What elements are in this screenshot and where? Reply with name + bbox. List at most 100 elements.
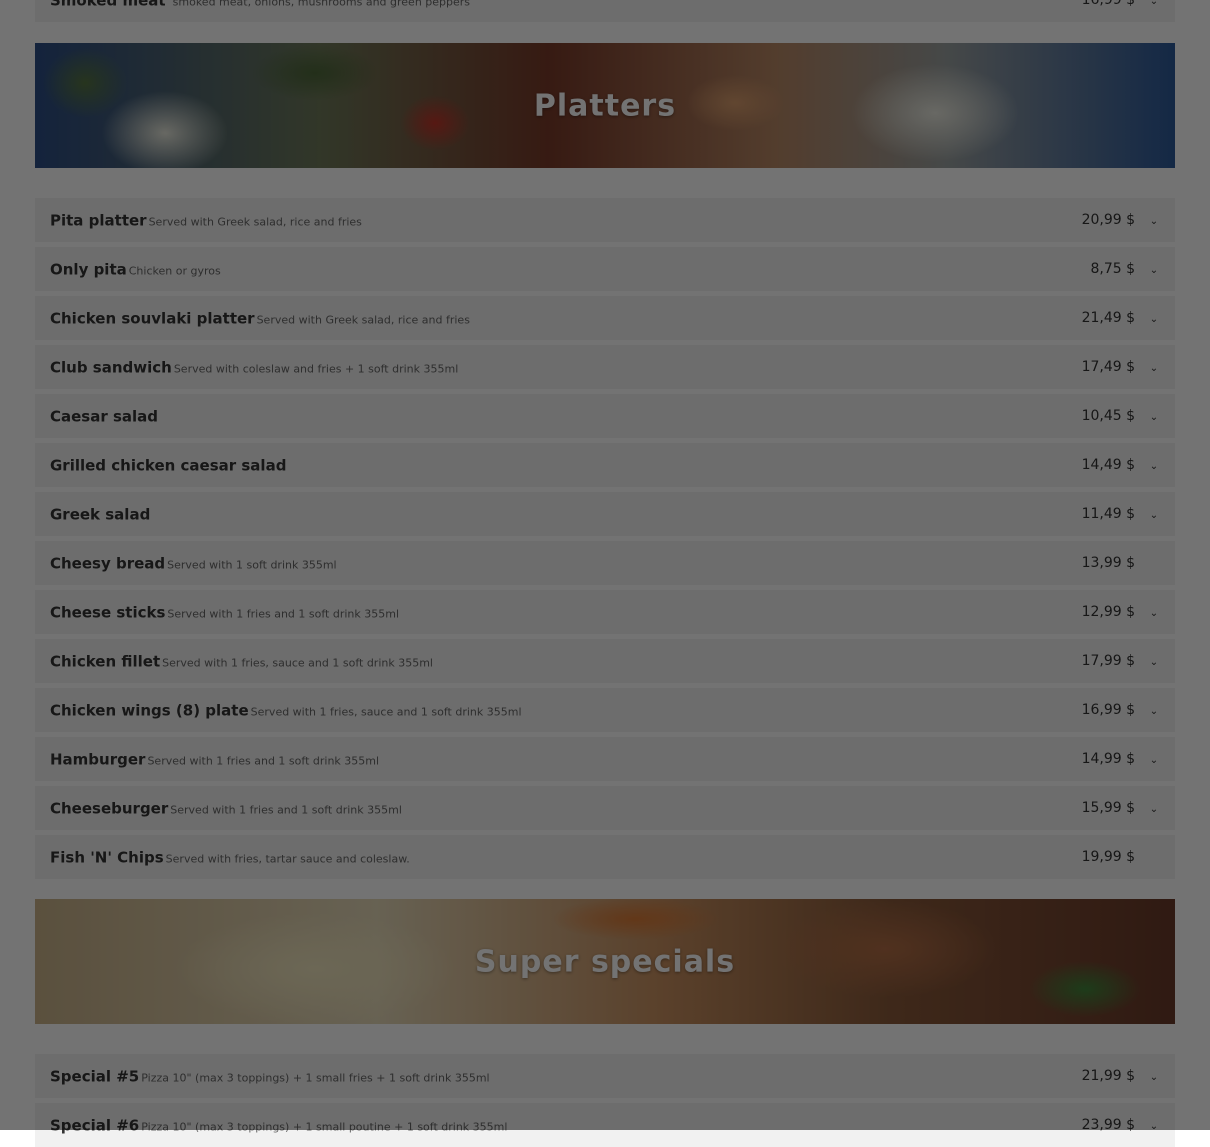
chevron-down-icon[interactable]: ⌄ <box>1149 609 1159 619</box>
menu-item-club-sandwich[interactable]: Club sandwich Served with coleslaw and fr… <box>35 345 1175 389</box>
menu-item-name: Chicken fillet Served with 1 fries, sauce… <box>50 652 433 671</box>
menu-item-description: smoked meat, onions, mushrooms and green… <box>172 0 471 9</box>
menu-item-title: Special #5 <box>50 1067 140 1086</box>
menu-item-title: Cheesy bread <box>50 554 166 573</box>
menu-item-cheeseburger[interactable]: Cheeseburger Served with 1 fries and 1 so… <box>35 786 1175 830</box>
menu-item-title: Special #6 <box>50 1116 140 1135</box>
chevron-down-icon[interactable]: ⌄ <box>1149 0 1159 7</box>
menu-item-price: 13,99 $ <box>1081 555 1135 571</box>
menu-item-title: Chicken fillet <box>50 652 161 671</box>
menu-item-description: Pizza 10" (max 3 toppings) + 1 small pou… <box>141 1120 508 1134</box>
menu-item-name: Chicken souvlaki platter Served with Gree… <box>50 309 470 328</box>
menu-item-chicken-wings-8-plate[interactable]: Chicken wings (8) plate Served with 1 fri… <box>35 688 1175 732</box>
menu-item-special-6[interactable]: Special #6 Pizza 10" (max 3 toppings) + 1… <box>35 1103 1175 1147</box>
menu-item-description: Served with 1 soft drink 355ml <box>167 558 337 572</box>
menu-item-name: Hamburger Served with 1 fries and 1 soft … <box>50 750 379 769</box>
section-banner-platters: Platters <box>35 43 1175 168</box>
menu-item-name: Caesar salad <box>50 407 160 426</box>
menu-item-chicken-fillet[interactable]: Chicken fillet Served with 1 fries, sauce… <box>35 639 1175 683</box>
menu-item-cheesy-bread[interactable]: Cheesy bread Served with 1 soft drink 355… <box>35 541 1175 585</box>
chevron-down-icon[interactable]: ⌄ <box>1149 462 1159 472</box>
chevron-down-icon[interactable]: ⌄ <box>1149 364 1159 374</box>
menu-item-name: Cheese sticks Served with 1 fries and 1 s… <box>50 603 399 622</box>
menu-item-title: Greek salad <box>50 505 151 524</box>
menu-item-hamburger[interactable]: Hamburger Served with 1 fries and 1 soft … <box>35 737 1175 781</box>
menu-item-price: 15,99 $ <box>1081 800 1135 816</box>
section-title: Platters <box>533 88 677 123</box>
menu-item-greek-salad[interactable]: Greek salad 11,49 $ ⌄ <box>35 492 1175 536</box>
menu-item-price: 10,45 $ <box>1081 408 1135 424</box>
menu-item-description: Served with 1 fries and 1 soft drink 355… <box>170 803 402 817</box>
chevron-down-icon[interactable]: ⌄ <box>1149 756 1159 766</box>
menu-item-description: Served with fries, tartar sauce and cole… <box>165 852 410 866</box>
menu-item-price: 17,49 $ <box>1081 359 1135 375</box>
menu-item-fish-n-chips[interactable]: Fish 'N' Chips Served with fries, tartar … <box>35 835 1175 879</box>
menu-item-name: Special #6 Pizza 10" (max 3 toppings) + 1… <box>50 1116 507 1135</box>
menu-item-description: Chicken or gyros <box>128 264 221 278</box>
menu-item-cheese-sticks[interactable]: Cheese sticks Served with 1 fries and 1 s… <box>35 590 1175 634</box>
menu-item-title: Pita platter <box>50 211 147 230</box>
chevron-down-icon[interactable]: ⌄ <box>1149 1073 1159 1083</box>
chevron-down-icon[interactable]: ⌄ <box>1149 413 1159 423</box>
menu-item-title: Smoked meat <box>50 0 166 10</box>
chevron-down-icon[interactable]: ⌄ <box>1149 707 1159 717</box>
menu-item-name: Pita platter Served with Greek salad, ric… <box>50 211 362 230</box>
menu-item-title: Club sandwich <box>50 358 172 377</box>
menu-item-smoked-meat[interactable]: Smoked meat smoked meat, onions, mushroo… <box>35 0 1175 22</box>
menu-item-price: 17,99 $ <box>1081 653 1135 669</box>
menu-item-grilled-chicken-caesar-salad[interactable]: Grilled chicken caesar salad 14,49 $ ⌄ <box>35 443 1175 487</box>
chevron-down-icon[interactable]: ⌄ <box>1149 266 1159 276</box>
menu-item-price: 21,99 $ <box>1081 1068 1135 1084</box>
menu-item-description: Served with 1 fries and 1 soft drink 355… <box>167 607 400 621</box>
menu-item-title: Chicken wings (8) plate <box>50 701 249 720</box>
menu-item-title: Grilled chicken caesar salad <box>50 456 287 475</box>
section-banner-super-specials: Super specials <box>35 899 1175 1024</box>
menu-item-chicken-souvlaki-platter[interactable]: Chicken souvlaki platter Served with Gree… <box>35 296 1175 340</box>
chevron-down-icon[interactable]: ⌄ <box>1149 315 1159 325</box>
menu-item-title: Hamburger <box>50 750 146 769</box>
menu-item-name: Only pita Chicken or gyros <box>50 260 221 279</box>
menu-item-price: 11,49 $ <box>1081 506 1135 522</box>
menu-item-name: Special #5 Pizza 10" (max 3 toppings) + 1… <box>50 1067 490 1086</box>
menu-item-title: Fish 'N' Chips <box>50 848 164 867</box>
chevron-down-icon[interactable]: ⌄ <box>1149 1122 1159 1132</box>
menu-item-price: 16,99 $ <box>1081 0 1135 8</box>
menu-item-description: Served with 1 fries and 1 soft drink 355… <box>147 754 380 768</box>
chevron-down-icon[interactable]: ⌄ <box>1149 805 1159 815</box>
menu-item-title: Chicken souvlaki platter <box>50 309 255 328</box>
menu-item-description: Served with 1 fries, sauce and 1 soft dr… <box>162 656 433 670</box>
menu-item-description: Served with Greek salad, rice and fries <box>148 215 362 229</box>
menu-item-pita-platter[interactable]: Pita platter Served with Greek salad, ric… <box>35 198 1175 242</box>
chevron-down-icon[interactable]: ⌄ <box>1149 658 1159 668</box>
menu-item-name: Smoked meat smoked meat, onions, mushroo… <box>50 0 470 10</box>
menu-item-name: Fish 'N' Chips Served with fries, tartar … <box>50 848 410 867</box>
chevron-down-icon[interactable]: ⌄ <box>1149 217 1159 227</box>
menu-item-name: Cheeseburger Served with 1 fries and 1 so… <box>50 799 402 818</box>
menu-item-special-5[interactable]: Special #5 Pizza 10" (max 3 toppings) + 1… <box>35 1054 1175 1098</box>
menu-item-name: Club sandwich Served with coleslaw and fr… <box>50 358 458 377</box>
menu-item-title: Cheese sticks <box>50 603 166 622</box>
menu-item-name: Chicken wings (8) plate Served with 1 fri… <box>50 701 522 720</box>
menu-item-name: Cheesy bread Served with 1 soft drink 355… <box>50 554 337 573</box>
menu-item-description: Served with Greek salad, rice and fries <box>256 313 470 327</box>
menu-item-only-pita[interactable]: Only pita Chicken or gyros 8,75 $ ⌄ <box>35 247 1175 291</box>
chevron-down-icon[interactable]: ⌄ <box>1149 511 1159 521</box>
menu-item-price: 14,49 $ <box>1081 457 1135 473</box>
menu-item-price: 20,99 $ <box>1081 212 1135 228</box>
menu-item-price: 12,99 $ <box>1081 604 1135 620</box>
menu-item-title: Cheeseburger <box>50 799 169 818</box>
menu-item-price: 8,75 $ <box>1090 261 1135 277</box>
menu-item-title: Caesar salad <box>50 407 159 426</box>
section-title: Super specials <box>474 944 736 979</box>
menu-item-price: 14,99 $ <box>1081 751 1135 767</box>
menu-item-price: 21,49 $ <box>1081 310 1135 326</box>
menu-item-description: Served with coleslaw and fries + 1 soft … <box>173 362 459 376</box>
menu-item-price: 23,99 $ <box>1081 1117 1135 1133</box>
menu-item-caesar-salad[interactable]: Caesar salad 10,45 $ ⌄ <box>35 394 1175 438</box>
menu-item-title: Only pita <box>50 260 127 279</box>
menu-item-name: Greek salad <box>50 505 152 524</box>
menu-item-description: Served with 1 fries, sauce and 1 soft dr… <box>250 705 522 719</box>
menu-item-name: Grilled chicken caesar salad <box>50 456 288 475</box>
menu-item-price: 16,99 $ <box>1081 702 1135 718</box>
menu-item-description: Pizza 10" (max 3 toppings) + 1 small fri… <box>141 1071 490 1085</box>
